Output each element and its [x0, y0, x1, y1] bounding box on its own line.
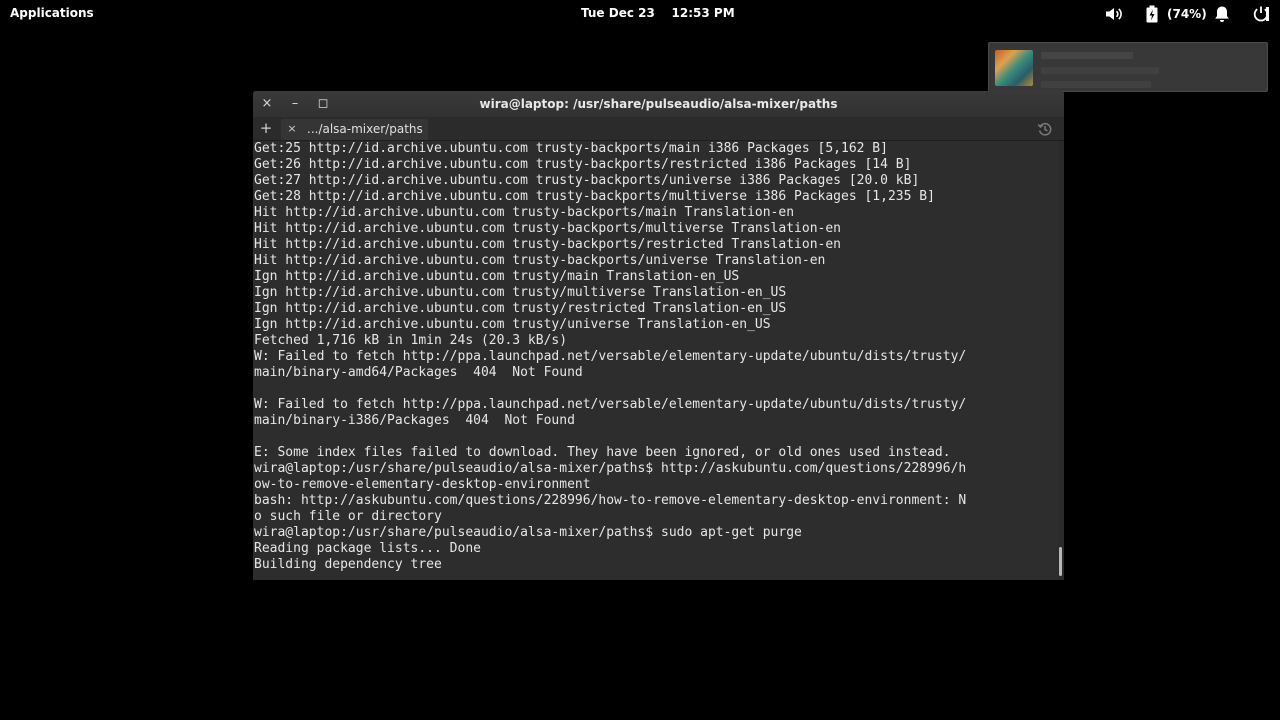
terminal-line: E: Some index files failed to download. …: [254, 444, 951, 460]
terminal-window: × – ◻ wira@laptop: /usr/share/pulseaudio…: [253, 91, 1064, 580]
terminal-line: Get:27 http://id.archive.ubuntu.com trus…: [254, 172, 920, 188]
battery-indicator[interactable]: (74%): [1145, 5, 1207, 23]
terminal-line: main/binary-amd64/Packages 404 Not Found: [254, 364, 583, 380]
plus-icon: +: [259, 119, 273, 137]
notification-text: [1041, 49, 1159, 88]
history-button[interactable]: [1037, 121, 1053, 137]
terminal-line: wira@laptop:/usr/share/pulseaudio/alsa-m…: [254, 460, 967, 476]
album-art-thumbnail: [995, 50, 1033, 86]
tab-label: .../alsa-mixer/paths: [307, 122, 423, 136]
terminal-scrollbar[interactable]: [1058, 141, 1064, 580]
clock[interactable]: Tue Dec 23 12:53 PM: [581, 6, 735, 20]
window-titlebar[interactable]: × – ◻ wira@laptop: /usr/share/pulseaudio…: [253, 91, 1064, 117]
session-power-icon: [1253, 6, 1269, 22]
session-indicator[interactable]: [1252, 5, 1270, 23]
volume-icon: [1106, 8, 1122, 20]
terminal-line: wira@laptop:/usr/share/pulseaudio/alsa-m…: [254, 524, 802, 540]
top-panel: Applications Tue Dec 23 12:53 PM (74%): [0, 0, 1280, 28]
terminal-line: Get:28 http://id.archive.ubuntu.com trus…: [254, 188, 935, 204]
volume-indicator[interactable]: [1104, 5, 1124, 23]
new-tab-button[interactable]: +: [257, 119, 275, 137]
terminal-line: Ign http://id.archive.ubuntu.com trusty/…: [254, 268, 740, 284]
close-tab-button[interactable]: ×: [285, 121, 299, 137]
terminal-line: Ign http://id.archive.ubuntu.com trusty/…: [254, 316, 771, 332]
tab-bar: + × .../alsa-mixer/paths: [253, 117, 1064, 141]
battery-charging-icon: [1146, 5, 1158, 23]
notification-bubble[interactable]: [988, 42, 1268, 92]
terminal-line: Get:26 http://id.archive.ubuntu.com trus…: [254, 156, 912, 172]
terminal-line: Reading package lists... Done: [254, 540, 481, 556]
window-title: wira@laptop: /usr/share/pulseaudio/alsa-…: [479, 97, 838, 111]
terminal-output[interactable]: Get:25 http://id.archive.ubuntu.com trus…: [253, 141, 1058, 580]
terminal-line: Get:25 http://id.archive.ubuntu.com trus…: [254, 141, 888, 156]
clock-time: 12:53 PM: [671, 6, 735, 20]
terminal-line: main/binary-i386/Packages 404 Not Found: [254, 412, 575, 428]
terminal-line: Building dependency tree: [254, 556, 442, 572]
notifications-indicator[interactable]: [1214, 5, 1230, 23]
bell-icon: [1215, 6, 1229, 22]
close-icon: ×: [287, 122, 297, 135]
terminal-line: Hit http://id.archive.ubuntu.com trusty-…: [254, 236, 841, 252]
terminal-line: bash: http://askubuntu.com/questions/228…: [254, 492, 967, 508]
terminal-line: Ign http://id.archive.ubuntu.com trusty/…: [254, 284, 787, 300]
tab-alsa-mixer-paths[interactable]: × .../alsa-mixer/paths: [281, 119, 428, 140]
applications-menu[interactable]: Applications: [10, 6, 94, 20]
terminal-line: Hit http://id.archive.ubuntu.com trusty-…: [254, 204, 795, 220]
history-icon: [1037, 122, 1052, 136]
terminal-line: Hit http://id.archive.ubuntu.com trusty-…: [254, 252, 826, 268]
terminal-line: o such file or directory: [254, 508, 442, 524]
terminal-line: Fetched 1,716 kB in 1min 24s (20.3 kB/s): [254, 332, 568, 348]
terminal-line: Hit http://id.archive.ubuntu.com trusty-…: [254, 220, 841, 236]
terminal-line: ow-to-remove-elementary-desktop-environm…: [254, 476, 591, 492]
terminal-line: W: Failed to fetch http://ppa.launchpad.…: [254, 396, 967, 412]
scrollbar-thumb[interactable]: [1059, 547, 1062, 576]
clock-date: Tue Dec 23: [581, 6, 655, 20]
terminal-line: W: Failed to fetch http://ppa.launchpad.…: [254, 348, 967, 364]
terminal-line: Ign http://id.archive.ubuntu.com trusty/…: [254, 300, 787, 316]
battery-percent: (74%): [1167, 7, 1207, 21]
